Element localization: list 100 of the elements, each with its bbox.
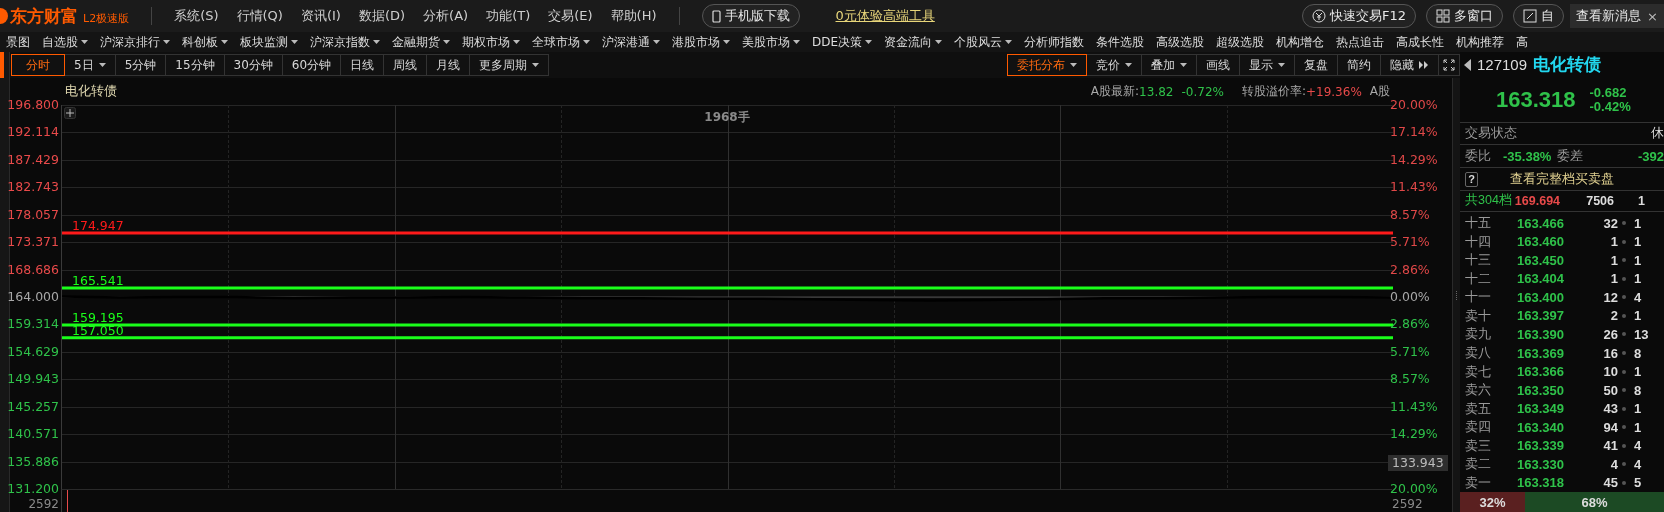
price-level-label: 174.947 bbox=[72, 218, 124, 232]
period-tab[interactable]: 日线 bbox=[340, 54, 385, 76]
tool-button[interactable]: 简约 bbox=[1337, 54, 1381, 76]
tool-button[interactable]: 显示 bbox=[1239, 54, 1295, 76]
nav-menu-item[interactable]: 热点追击 bbox=[1330, 33, 1391, 51]
caret-icon bbox=[291, 40, 298, 44]
tool-button[interactable]: 画线 bbox=[1196, 54, 1240, 76]
ask-price: 163.349 bbox=[1516, 401, 1564, 417]
nav-menu-item[interactable]: 港股市场 bbox=[666, 33, 736, 51]
stock-quote-label: A股最新: bbox=[1090, 83, 1140, 100]
close-button[interactable]: × bbox=[1647, 8, 1658, 24]
nav-menu-item[interactable]: 资金流向 bbox=[878, 33, 949, 51]
period-tab[interactable]: 月线 bbox=[426, 54, 471, 76]
dot-icon bbox=[1622, 406, 1626, 411]
logo-mark-icon bbox=[0, 7, 8, 25]
period-tab[interactable]: 周线 bbox=[383, 54, 428, 76]
tool-button[interactable]: 竞价 bbox=[1086, 54, 1142, 76]
notification-popup[interactable]: 查看新消息 × bbox=[1570, 4, 1664, 28]
period-tab[interactable]: 5分钟 bbox=[114, 54, 167, 76]
nav-menu-item[interactable]: 高级选股 bbox=[1150, 33, 1211, 51]
crosshair-button[interactable] bbox=[64, 107, 76, 119]
ask-level-label: 卖二 bbox=[1465, 455, 1492, 474]
price-level-label: 157.050 bbox=[72, 323, 124, 337]
summary-volume: 7506 bbox=[1586, 194, 1614, 208]
nav-menu-item[interactable]: 全球市场 bbox=[526, 33, 596, 51]
nav-menu-item[interactable]: 超级选股 bbox=[1210, 33, 1271, 51]
nav-menu-item[interactable]: 沪深港通 bbox=[596, 33, 666, 51]
ask-level-label: 卖五 bbox=[1465, 399, 1492, 418]
menu-item[interactable]: 数据(D) bbox=[358, 7, 406, 25]
stock-change: -0.72% bbox=[1181, 84, 1224, 99]
toolbar-button[interactable]: 快速交易F12 bbox=[1301, 4, 1416, 28]
ask-volume: 12 bbox=[1602, 289, 1618, 305]
toolbar-button[interactable]: 自 bbox=[1513, 4, 1564, 28]
period-tab[interactable]: 5日 bbox=[64, 54, 116, 76]
ask-volume: 1 bbox=[1609, 252, 1618, 268]
menu-item[interactable]: 资讯(I) bbox=[300, 7, 341, 25]
percent-change: -0.42% bbox=[1589, 99, 1631, 114]
percent-axis-label: 20.00% bbox=[1390, 98, 1438, 112]
dot-icon bbox=[1622, 388, 1626, 393]
period-tab[interactable]: 15分钟 bbox=[165, 54, 225, 76]
price-axis-label: 159.314 bbox=[7, 317, 59, 332]
percent-axis-label: 2.86% bbox=[1390, 262, 1430, 277]
period-tab[interactable]: 分时 bbox=[11, 54, 65, 76]
ask-volume: 1 bbox=[1609, 271, 1618, 287]
price-axis-label: 135.886 bbox=[7, 454, 59, 469]
tool-button[interactable]: 委托分布 bbox=[1007, 54, 1087, 76]
nav-menu-item[interactable]: 板块监测 bbox=[234, 33, 304, 51]
nav-menu-item[interactable]: 金融期货 bbox=[386, 33, 456, 51]
menu-item[interactable]: 帮助(H) bbox=[610, 7, 657, 25]
nav-menu-item[interactable]: 期权市场 bbox=[456, 33, 526, 51]
ask-level-label: 卖四 bbox=[1465, 418, 1492, 437]
caret-icon bbox=[865, 40, 873, 44]
nav-menu-item[interactable]: 高 bbox=[1510, 33, 1535, 51]
menu-item[interactable]: 交易(E) bbox=[548, 7, 593, 25]
nav-menu-item[interactable]: 科创板 bbox=[176, 33, 234, 51]
nav-menu-item[interactable]: 沪深京排行 bbox=[94, 33, 176, 51]
nav-menu-item[interactable]: 个股风云 bbox=[948, 33, 1019, 51]
price-axis-label: 140.571 bbox=[7, 427, 59, 442]
ask-extra: 1 bbox=[1633, 419, 1643, 435]
nav-menu-item[interactable]: 机构增仓 bbox=[1270, 33, 1331, 51]
nav-menu-item[interactable]: 沪深京指数 bbox=[304, 33, 386, 51]
caret-icon bbox=[532, 63, 540, 67]
nav-menu-item[interactable]: 高成长性 bbox=[1390, 33, 1451, 51]
nav-menu-item[interactable]: DDE决策 bbox=[806, 33, 879, 51]
nav-menu-item[interactable]: 条件选股 bbox=[1090, 33, 1151, 51]
edit-icon bbox=[1523, 9, 1537, 23]
nav-menu-item[interactable]: 自选股 bbox=[36, 33, 94, 51]
period-tab[interactable]: 更多周期 bbox=[469, 54, 550, 76]
period-tab[interactable]: 30分钟 bbox=[223, 54, 283, 76]
ask-volume: 4 bbox=[1609, 456, 1618, 472]
tool-button[interactable]: 隐藏 bbox=[1380, 54, 1439, 76]
tool-button[interactable]: 复盘 bbox=[1294, 54, 1338, 76]
menu-item[interactable]: 功能(T) bbox=[486, 7, 531, 25]
full-depth-link[interactable]: 查看完整档买卖盘 bbox=[1510, 170, 1614, 189]
nav-menu-item[interactable]: 分析师指数 bbox=[1018, 33, 1091, 51]
dot-icon bbox=[1622, 221, 1626, 226]
toolbar-button[interactable]: 多窗口 bbox=[1426, 4, 1503, 28]
dot-icon bbox=[1622, 332, 1626, 337]
premium-label: 转股溢价率: bbox=[1241, 83, 1306, 100]
ask-extra: 4 bbox=[1633, 456, 1643, 472]
tool-button[interactable]: 叠加 bbox=[1141, 54, 1197, 76]
fullscreen-button[interactable] bbox=[1438, 54, 1460, 76]
ask-price: 163.340 bbox=[1516, 419, 1564, 435]
ask-extra: 1 bbox=[1633, 252, 1643, 268]
mobile-download-button[interactable]: 手机版下载 bbox=[701, 4, 800, 28]
chart-title: 电化转债 bbox=[65, 83, 117, 100]
nav-menu-item[interactable]: 机构推荐 bbox=[1450, 33, 1511, 51]
price-axis-label: 173.371 bbox=[7, 235, 59, 250]
status-label: 交易状态 bbox=[1465, 124, 1517, 143]
menu-item[interactable]: 行情(Q) bbox=[236, 7, 283, 25]
nav-menu-item[interactable]: 美股市场 bbox=[736, 33, 806, 51]
menu-item[interactable]: 系统(S) bbox=[174, 7, 219, 25]
help-button[interactable]: ? bbox=[1465, 171, 1478, 187]
menu-item[interactable]: 分析(A) bbox=[423, 7, 469, 25]
nav-menu-item[interactable]: 景图 bbox=[0, 33, 36, 51]
promo-link[interactable]: 0元体验高端工具 bbox=[835, 7, 935, 25]
left-arrow-icon[interactable] bbox=[1464, 58, 1471, 71]
period-tab[interactable]: 60分钟 bbox=[281, 54, 342, 76]
percent-axis-label: 14.29% bbox=[1390, 427, 1438, 442]
ask-extra: 13 bbox=[1633, 326, 1650, 342]
